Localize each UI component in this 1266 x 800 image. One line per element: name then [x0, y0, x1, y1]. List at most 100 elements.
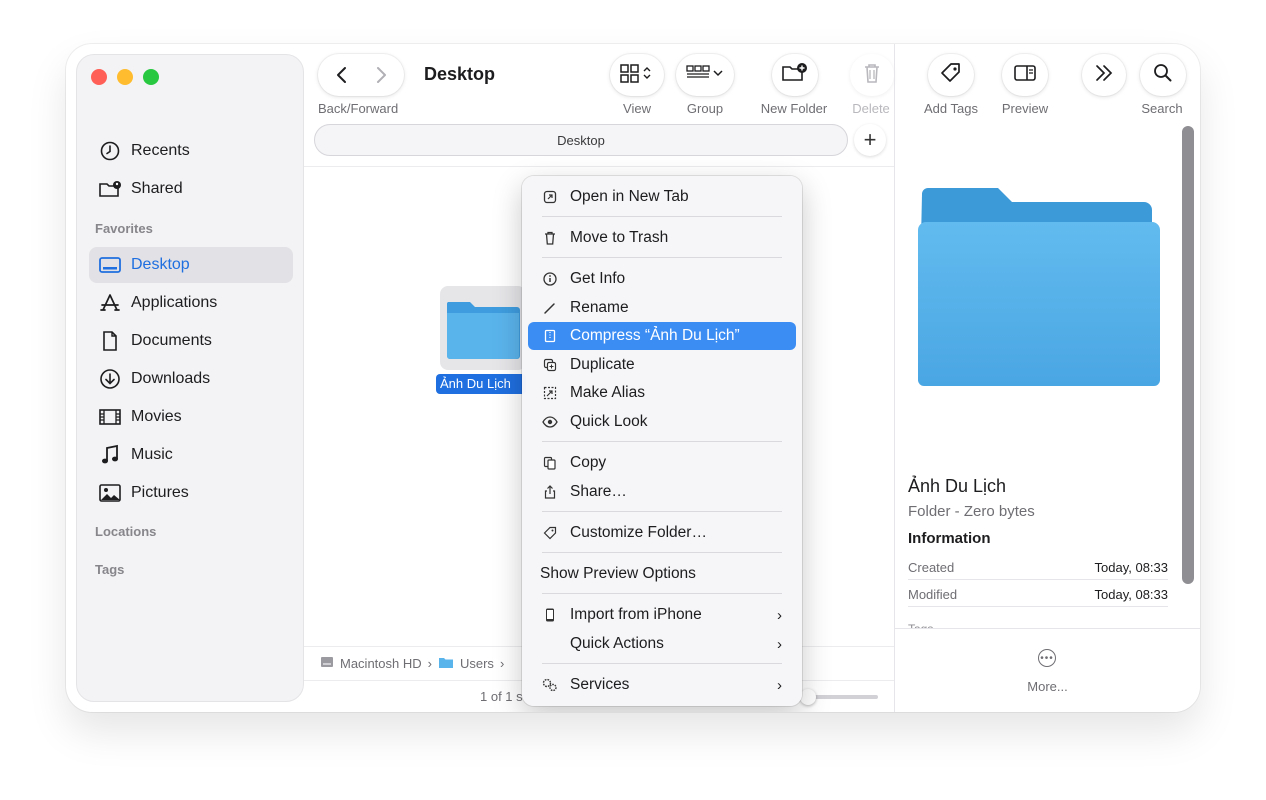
shared-folder-icon: [97, 177, 123, 201]
preview-divider: [894, 44, 895, 712]
info-row-created: Created Today, 08:33: [908, 554, 1168, 580]
chevron-double-right-icon: [1092, 63, 1116, 88]
sidebar-item-label: Recents: [131, 142, 190, 159]
folder-icon: [438, 656, 454, 672]
new-folder-button[interactable]: [772, 54, 818, 96]
menu-item-rename[interactable]: Rename: [528, 294, 796, 322]
gears-icon: [542, 677, 558, 693]
sidebar-item-documents[interactable]: Documents: [89, 323, 293, 359]
open-tab-icon: [542, 189, 558, 205]
info-value: Today, 08:33: [1094, 587, 1168, 602]
menu-item-move-to-trash[interactable]: Move to Trash: [528, 224, 796, 252]
sidebar-item-recents[interactable]: Recents: [89, 133, 293, 169]
info-key: Created: [908, 560, 955, 575]
zoom-window-button[interactable]: [143, 69, 159, 85]
info-row-modified: Modified Today, 08:33: [908, 581, 1168, 607]
sidebar-item-pictures[interactable]: Pictures: [89, 475, 293, 511]
group-button[interactable]: [676, 54, 734, 96]
more-toolbar-button[interactable]: [1082, 54, 1126, 96]
search-icon: [1152, 62, 1174, 89]
menu-item-services[interactable]: Services ›: [528, 671, 796, 699]
minimize-window-button[interactable]: [117, 69, 133, 85]
tab-desktop[interactable]: Desktop: [314, 124, 848, 156]
new-tab-button[interactable]: +: [854, 124, 886, 156]
search-button[interactable]: [1140, 54, 1186, 96]
ellipsis-circle-icon[interactable]: •••: [1038, 649, 1056, 667]
breadcrumb-item[interactable]: Users: [460, 656, 494, 671]
preview-button[interactable]: [1002, 54, 1048, 96]
eye-icon: [542, 414, 558, 430]
new-folder-label: New Folder: [760, 101, 828, 116]
tag-icon: [939, 61, 963, 90]
preview-label: Preview: [1001, 101, 1049, 116]
close-window-button[interactable]: [91, 69, 107, 85]
sidebar-item-applications[interactable]: Applications: [89, 285, 293, 321]
menu-item-import-from-iphone[interactable]: Import from iPhone ›: [528, 601, 796, 629]
duplicate-icon: [542, 357, 558, 373]
menu-item-show-preview-options[interactable]: Show Preview Options: [528, 560, 796, 588]
more-button[interactable]: More...: [895, 679, 1200, 694]
chevron-right-icon: ›: [427, 656, 432, 671]
search-label: Search: [1141, 101, 1183, 116]
menu-item-duplicate[interactable]: Duplicate: [528, 351, 796, 379]
context-menu: Open in New Tab Move to Trash Get Info R…: [522, 176, 802, 706]
tag-icon: [542, 525, 558, 541]
sidebar-item-desktop[interactable]: Desktop: [89, 247, 293, 283]
sidebar-item-movies[interactable]: Movies: [89, 399, 293, 435]
menu-item-customize-folder[interactable]: Customize Folder…: [528, 519, 796, 547]
back-forward-label: Back/Forward: [318, 101, 399, 116]
menu-item-copy[interactable]: Copy: [528, 449, 796, 477]
menu-item-make-alias[interactable]: Make Alias: [528, 379, 796, 407]
menu-separator: [542, 511, 782, 512]
menu-item-share[interactable]: Share…: [528, 478, 796, 506]
group-icon: [686, 63, 724, 88]
folder-icon: [446, 302, 520, 359]
applications-icon: [97, 291, 123, 315]
menu-item-get-info[interactable]: Get Info: [528, 265, 796, 293]
back-forward-control[interactable]: [318, 54, 404, 96]
photo-icon: [97, 481, 123, 505]
chevron-right-icon: ›: [499, 656, 505, 671]
delete-button[interactable]: [850, 54, 894, 96]
menu-item-quick-look[interactable]: Quick Look: [528, 408, 796, 436]
view-button[interactable]: [610, 54, 664, 96]
sidebar-item-downloads[interactable]: Downloads: [89, 361, 293, 397]
file-name-label[interactable]: Ảnh Du Lịch: [436, 374, 526, 394]
sidebar-item-label: Downloads: [131, 370, 211, 387]
tags-header[interactable]: Tags: [95, 562, 124, 577]
menu-separator: [542, 257, 782, 258]
new-folder-icon: [781, 62, 809, 89]
icon-size-slider[interactable]: [812, 695, 878, 699]
slider-handle[interactable]: [800, 689, 816, 705]
group-label: Group: [686, 101, 724, 116]
breadcrumb-item[interactable]: Macintosh HD: [340, 656, 422, 671]
locations-header[interactable]: Locations: [95, 524, 156, 539]
chevron-right-icon: ›: [777, 606, 782, 624]
share-icon: [542, 484, 558, 500]
document-icon: [97, 329, 123, 353]
sidebar-item-label: Music: [131, 446, 173, 463]
pencil-icon: [542, 300, 558, 316]
sidebar-item-label: Desktop: [131, 256, 190, 273]
menu-item-quick-actions[interactable]: Quick Actions ›: [528, 630, 796, 658]
menu-separator: [542, 593, 782, 594]
menu-item-compress[interactable]: Compress “Ảnh Du Lịch”: [528, 322, 796, 350]
preview-scrollbar[interactable]: [1182, 126, 1194, 584]
add-tags-label: Add Tags: [924, 101, 978, 116]
sidebar-item-music[interactable]: Music: [89, 437, 293, 473]
toolbar-divider: [304, 166, 894, 167]
sidebar-item-label: Applications: [131, 294, 218, 311]
sidebar-item-label: Shared: [131, 180, 183, 197]
menu-separator: [542, 216, 782, 217]
delete-label: Delete: [852, 101, 890, 116]
favorites-header: Favorites: [95, 221, 153, 236]
archive-icon: [542, 328, 558, 344]
add-tags-button[interactable]: [928, 54, 974, 96]
preview-file-kind: Folder - Zero bytes: [908, 503, 1035, 520]
clock-icon: [97, 139, 123, 163]
sidebar-item-shared[interactable]: Shared: [89, 171, 293, 207]
trash-icon: [862, 62, 882, 89]
menu-item-open-in-new-tab[interactable]: Open in New Tab: [528, 183, 796, 211]
file-item-selection[interactable]: [440, 286, 526, 370]
menu-separator: [542, 663, 782, 664]
